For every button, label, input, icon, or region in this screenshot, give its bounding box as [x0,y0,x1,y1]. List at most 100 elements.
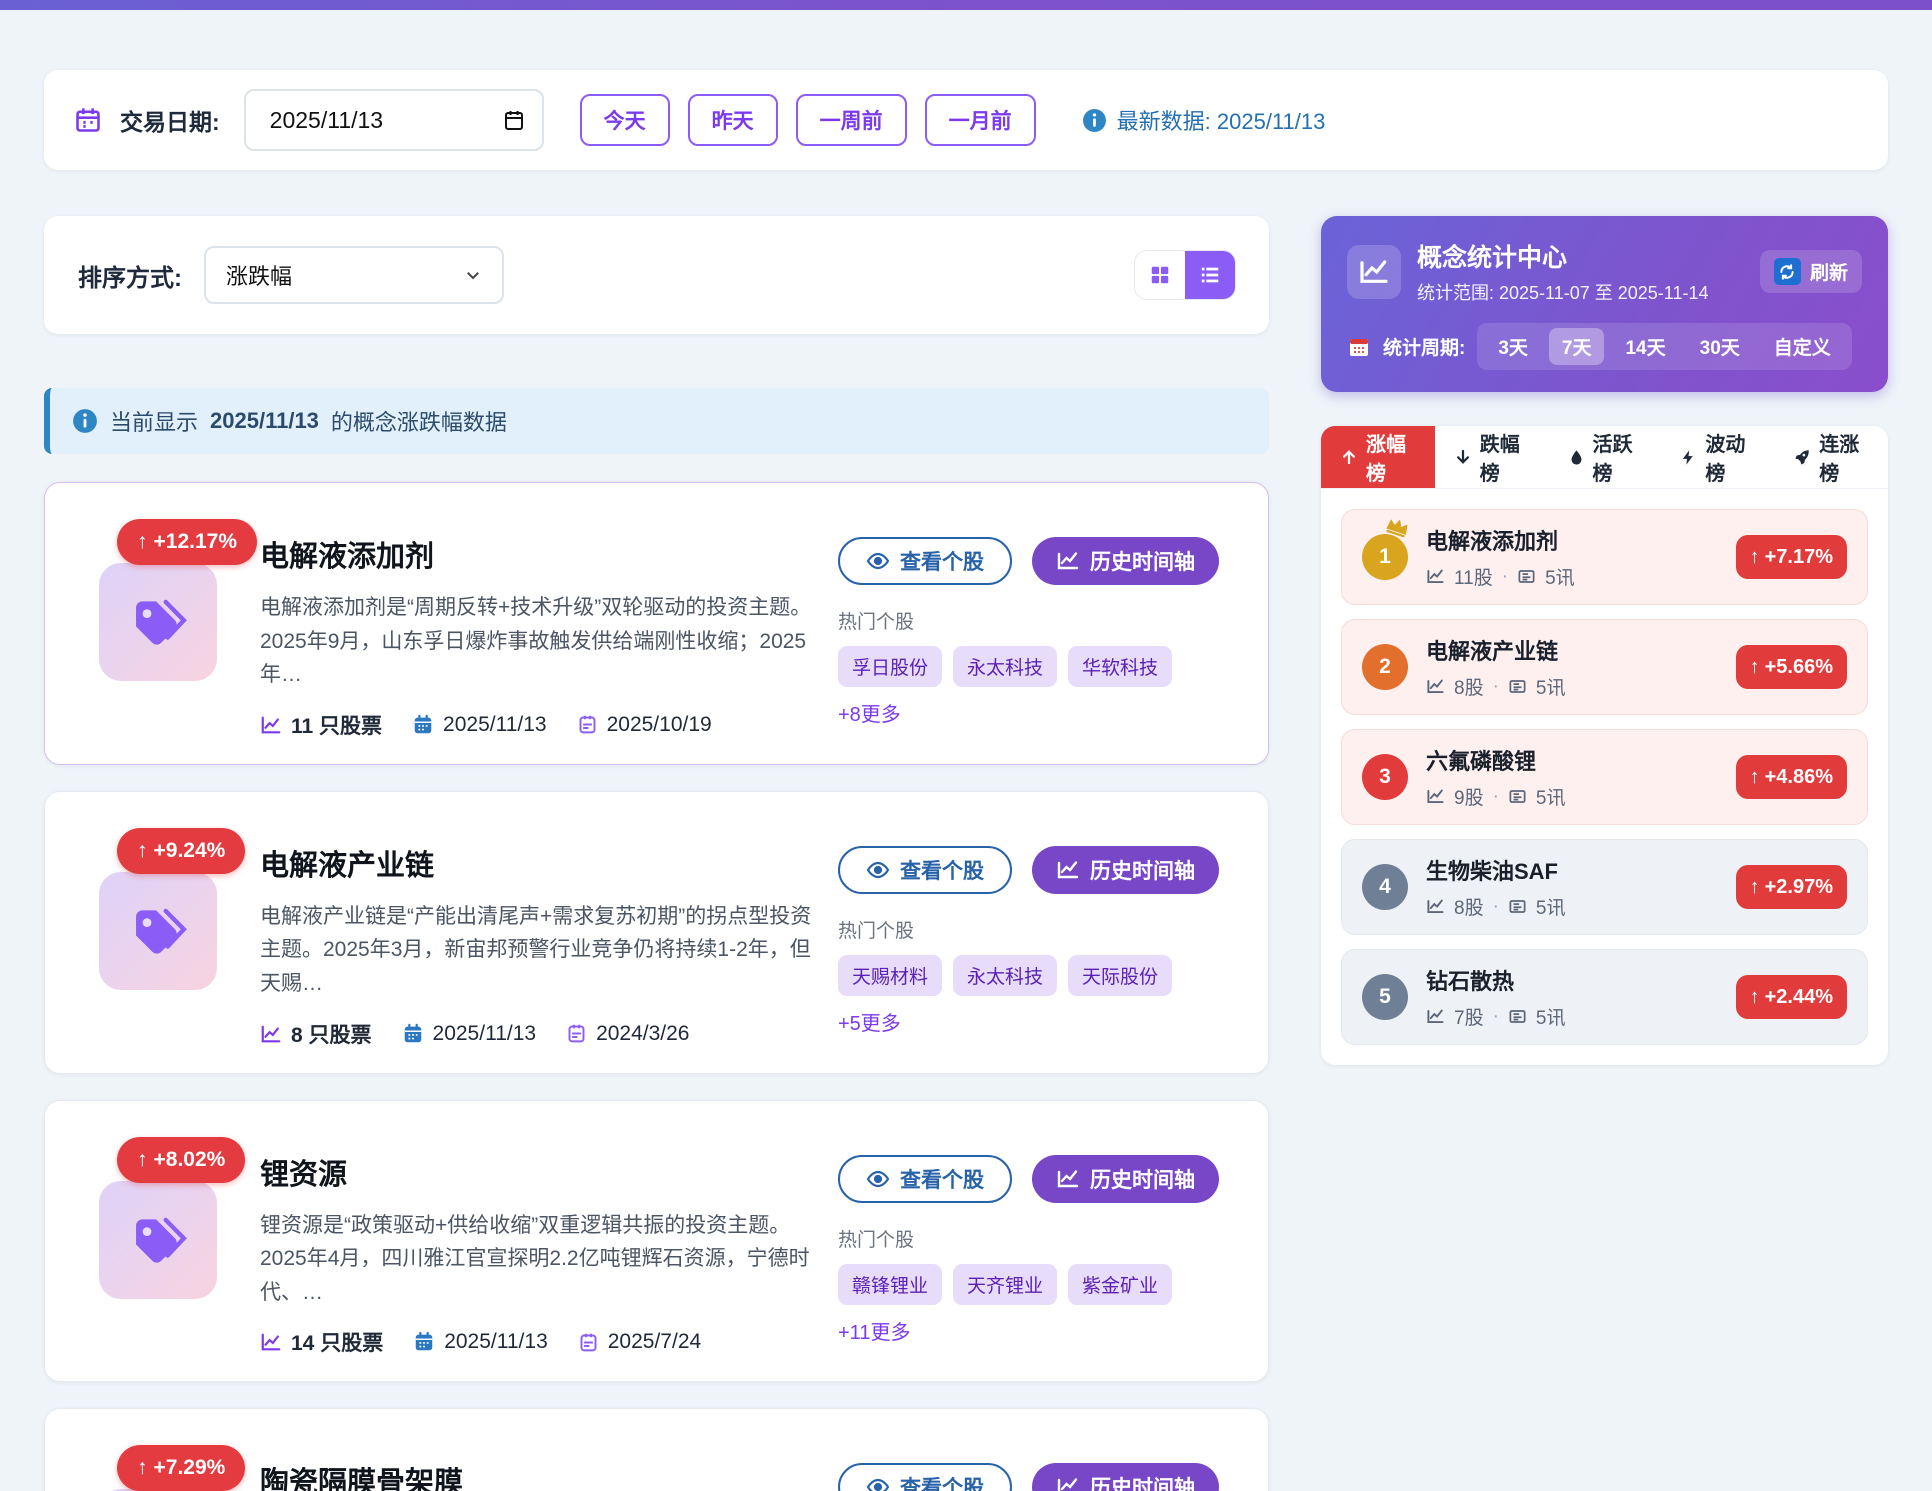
refresh-icon [1774,258,1801,285]
info-icon [1082,108,1107,133]
stock-chip[interactable]: 永太科技 [953,955,1057,996]
stock-chip[interactable]: 紫金矿业 [1068,1264,1172,1305]
ranking-tabs: 涨幅榜 跌幅榜 活跃榜 波动榜 [1321,426,1888,489]
period-3d[interactable]: 3天 [1485,328,1541,365]
rank-change-pill: ↑ +4.86% [1736,755,1847,799]
concept-card[interactable]: ↑ +8.02% 锂资源 锂资源是“政策驱动+供给收缩”双重逻辑共振的投资主题。… [44,1100,1269,1383]
more-stocks-link[interactable]: +8更多 [838,698,901,727]
history-timeline-button[interactable]: 历史时间轴 [1032,846,1219,894]
clipboard-icon [577,714,598,735]
ranking-item[interactable]: 2 电解液产业链 8股 · 5讯 ↑ [1341,619,1868,715]
concept-body: 电解液产业链 电解液产业链是“产能出清尾声+需求复苏初期”的拐点型投资主题。20… [260,816,838,1049]
crown-icon [1383,513,1412,539]
refresh-button[interactable]: 刷新 [1760,250,1862,293]
history-timeline-button[interactable]: 历史时间轴 [1032,537,1219,585]
ranking-item[interactable]: 4 生物柴油SAF 8股 · 5讯 ↑ [1341,839,1868,935]
concept-body: 锂资源 锂资源是“政策驱动+供给收缩”双重逻辑共振的投资主题。2025年4月，四… [260,1125,838,1358]
tab-streak[interactable]: 连涨榜 [1774,426,1888,488]
tab-label: 涨幅榜 [1366,428,1416,486]
concept-desc: 锂资源是“政策驱动+供给收缩”双重逻辑共振的投资主题。2025年4月，四川雅江官… [260,1209,818,1310]
arrow-up-icon: ↑ [1750,766,1760,789]
quick-yesterday-button[interactable]: 昨天 [688,94,778,146]
rank-number: 3 [1379,765,1391,789]
chart-line-icon [1056,1475,1080,1491]
rank-meta: 7股 · 5讯 [1426,1003,1565,1030]
rank-change: +2.44% [1765,986,1833,1009]
tab-label: 活跃榜 [1593,428,1643,486]
grid-icon [1149,264,1171,286]
quick-today-button[interactable]: 今天 [580,94,670,146]
sort-select[interactable]: 涨跌幅 [204,246,504,304]
stock-chip[interactable]: 天齐锂业 [953,1264,1057,1305]
stock-chip[interactable]: 永太科技 [953,646,1057,687]
tab-gainers[interactable]: 涨幅榜 [1321,426,1435,488]
datepicker-icon[interactable] [502,108,526,132]
view-stocks-button[interactable]: 查看个股 [838,846,1012,894]
tab-active[interactable]: 活跃榜 [1549,426,1662,488]
change-badge: ↑ +12.17% [117,519,257,565]
rank-change-pill: ↑ +5.66% [1736,645,1847,689]
rank-change: +2.97% [1765,876,1833,899]
chart-line-icon [1056,1167,1080,1191]
date-input[interactable]: 2025/11/13 [244,89,544,151]
news-icon [1508,1007,1527,1026]
chart-line-icon [1347,245,1401,299]
concept-actions: 查看个股 历史时间轴 热门个股 星源材质 佛塑科技 东峰集团 +5更多 [838,1433,1238,1491]
list-icon [1199,264,1221,286]
stock-count: 11 只股票 [291,710,382,740]
ranking-item[interactable]: 3 六氟磷酸锂 9股 · 5讯 ↑ [1341,729,1868,825]
period-custom[interactable]: 自定义 [1761,328,1844,365]
more-stocks-link[interactable]: +5更多 [838,1007,901,1036]
stats-sidebar: 概念统计中心 统计范围: 2025-11-07 至 2025-11-14 刷新 [1321,216,1888,1065]
page: 交易日期: 2025/11/13 今天 昨天 一周前 一月前 最新数据: 202… [0,10,1932,1491]
period-14d[interactable]: 14天 [1612,328,1678,365]
hot-stocks: 孚日股份 永太科技 华软科技 +8更多 [838,646,1238,727]
sort-card: 排序方式: 涨跌幅 [44,216,1269,334]
stock-chip[interactable]: 天际股份 [1068,955,1172,996]
top-accent-bar [0,0,1932,10]
change-value: +12.17% [154,530,238,554]
change-badge: ↑ +7.29% [117,1445,245,1491]
history-timeline-label: 历史时间轴 [1090,855,1195,885]
period-30d[interactable]: 30天 [1687,328,1753,365]
tab-losers[interactable]: 跌幅榜 [1435,426,1549,488]
rank-change-pill: ↑ +2.97% [1736,865,1847,909]
period-7d[interactable]: 7天 [1549,328,1605,365]
history-timeline-button[interactable]: 历史时间轴 [1032,1463,1219,1491]
quick-month-ago-button[interactable]: 一月前 [925,94,1036,146]
rank-concept-name: 六氟磷酸锂 [1426,744,1565,776]
concept-title: 锂资源 [260,1151,818,1193]
eye-icon [866,1167,890,1191]
arrow-up-icon: ↑ [137,530,148,554]
history-timeline-button[interactable]: 历史时间轴 [1032,1155,1219,1203]
view-stocks-button[interactable]: 查看个股 [838,1463,1012,1491]
list-view-button[interactable] [1185,251,1235,299]
rank-stocks: 7股 [1454,1003,1484,1030]
concept-desc: 电解液添加剂是“周期反转+技术升级”双轮驱动的投资主题。2025年9月，山东孚日… [260,591,818,692]
view-stocks-button[interactable]: 查看个股 [838,1155,1012,1203]
change-value: +9.24% [154,839,226,863]
stock-chip[interactable]: 华软科技 [1068,646,1172,687]
concept-card[interactable]: ↑ +12.17% 电解液添加剂 电解液添加剂是“周期反转+技术升级”双轮驱动的… [44,482,1269,765]
ranking-item[interactable]: 5 钻石散热 7股 · 5讯 ↑ [1341,949,1868,1045]
sort-label: 排序方式: [78,258,182,293]
refresh-label: 刷新 [1810,258,1848,285]
stock-chip[interactable]: 孚日股份 [838,646,942,687]
info-icon [72,408,98,434]
concept-card[interactable]: ↑ +7.29% 陶瓷隔膜骨架膜 陶瓷隔膜骨架膜是技术创新驱动的固态电池产业链β… [44,1408,1269,1491]
tab-volatility[interactable]: 波动榜 [1661,426,1774,488]
news-icon [1517,567,1536,586]
stock-chip[interactable]: 天赐材料 [838,955,942,996]
view-stocks-button[interactable]: 查看个股 [838,537,1012,585]
separator: · [1493,786,1499,808]
date-label: 交易日期: [120,103,220,137]
chart-icon [260,1023,282,1045]
grid-view-button[interactable] [1135,251,1185,299]
concept-body: 陶瓷隔膜骨架膜 陶瓷隔膜骨架膜是技术创新驱动的固态电池产业链β升级主题。2025… [260,1433,838,1491]
period-selector: 3天 7天 14天 30天 自定义 [1477,323,1851,370]
ranking-item[interactable]: 1 电解液添加剂 11股 · 5讯 [1341,509,1868,605]
quick-week-ago-button[interactable]: 一周前 [796,94,907,146]
concept-card[interactable]: ↑ +9.24% 电解液产业链 电解液产业链是“产能出清尾声+需求复苏初期”的拐… [44,791,1269,1074]
more-stocks-link[interactable]: +11更多 [838,1316,910,1345]
stock-chip[interactable]: 赣锋锂业 [838,1264,942,1305]
